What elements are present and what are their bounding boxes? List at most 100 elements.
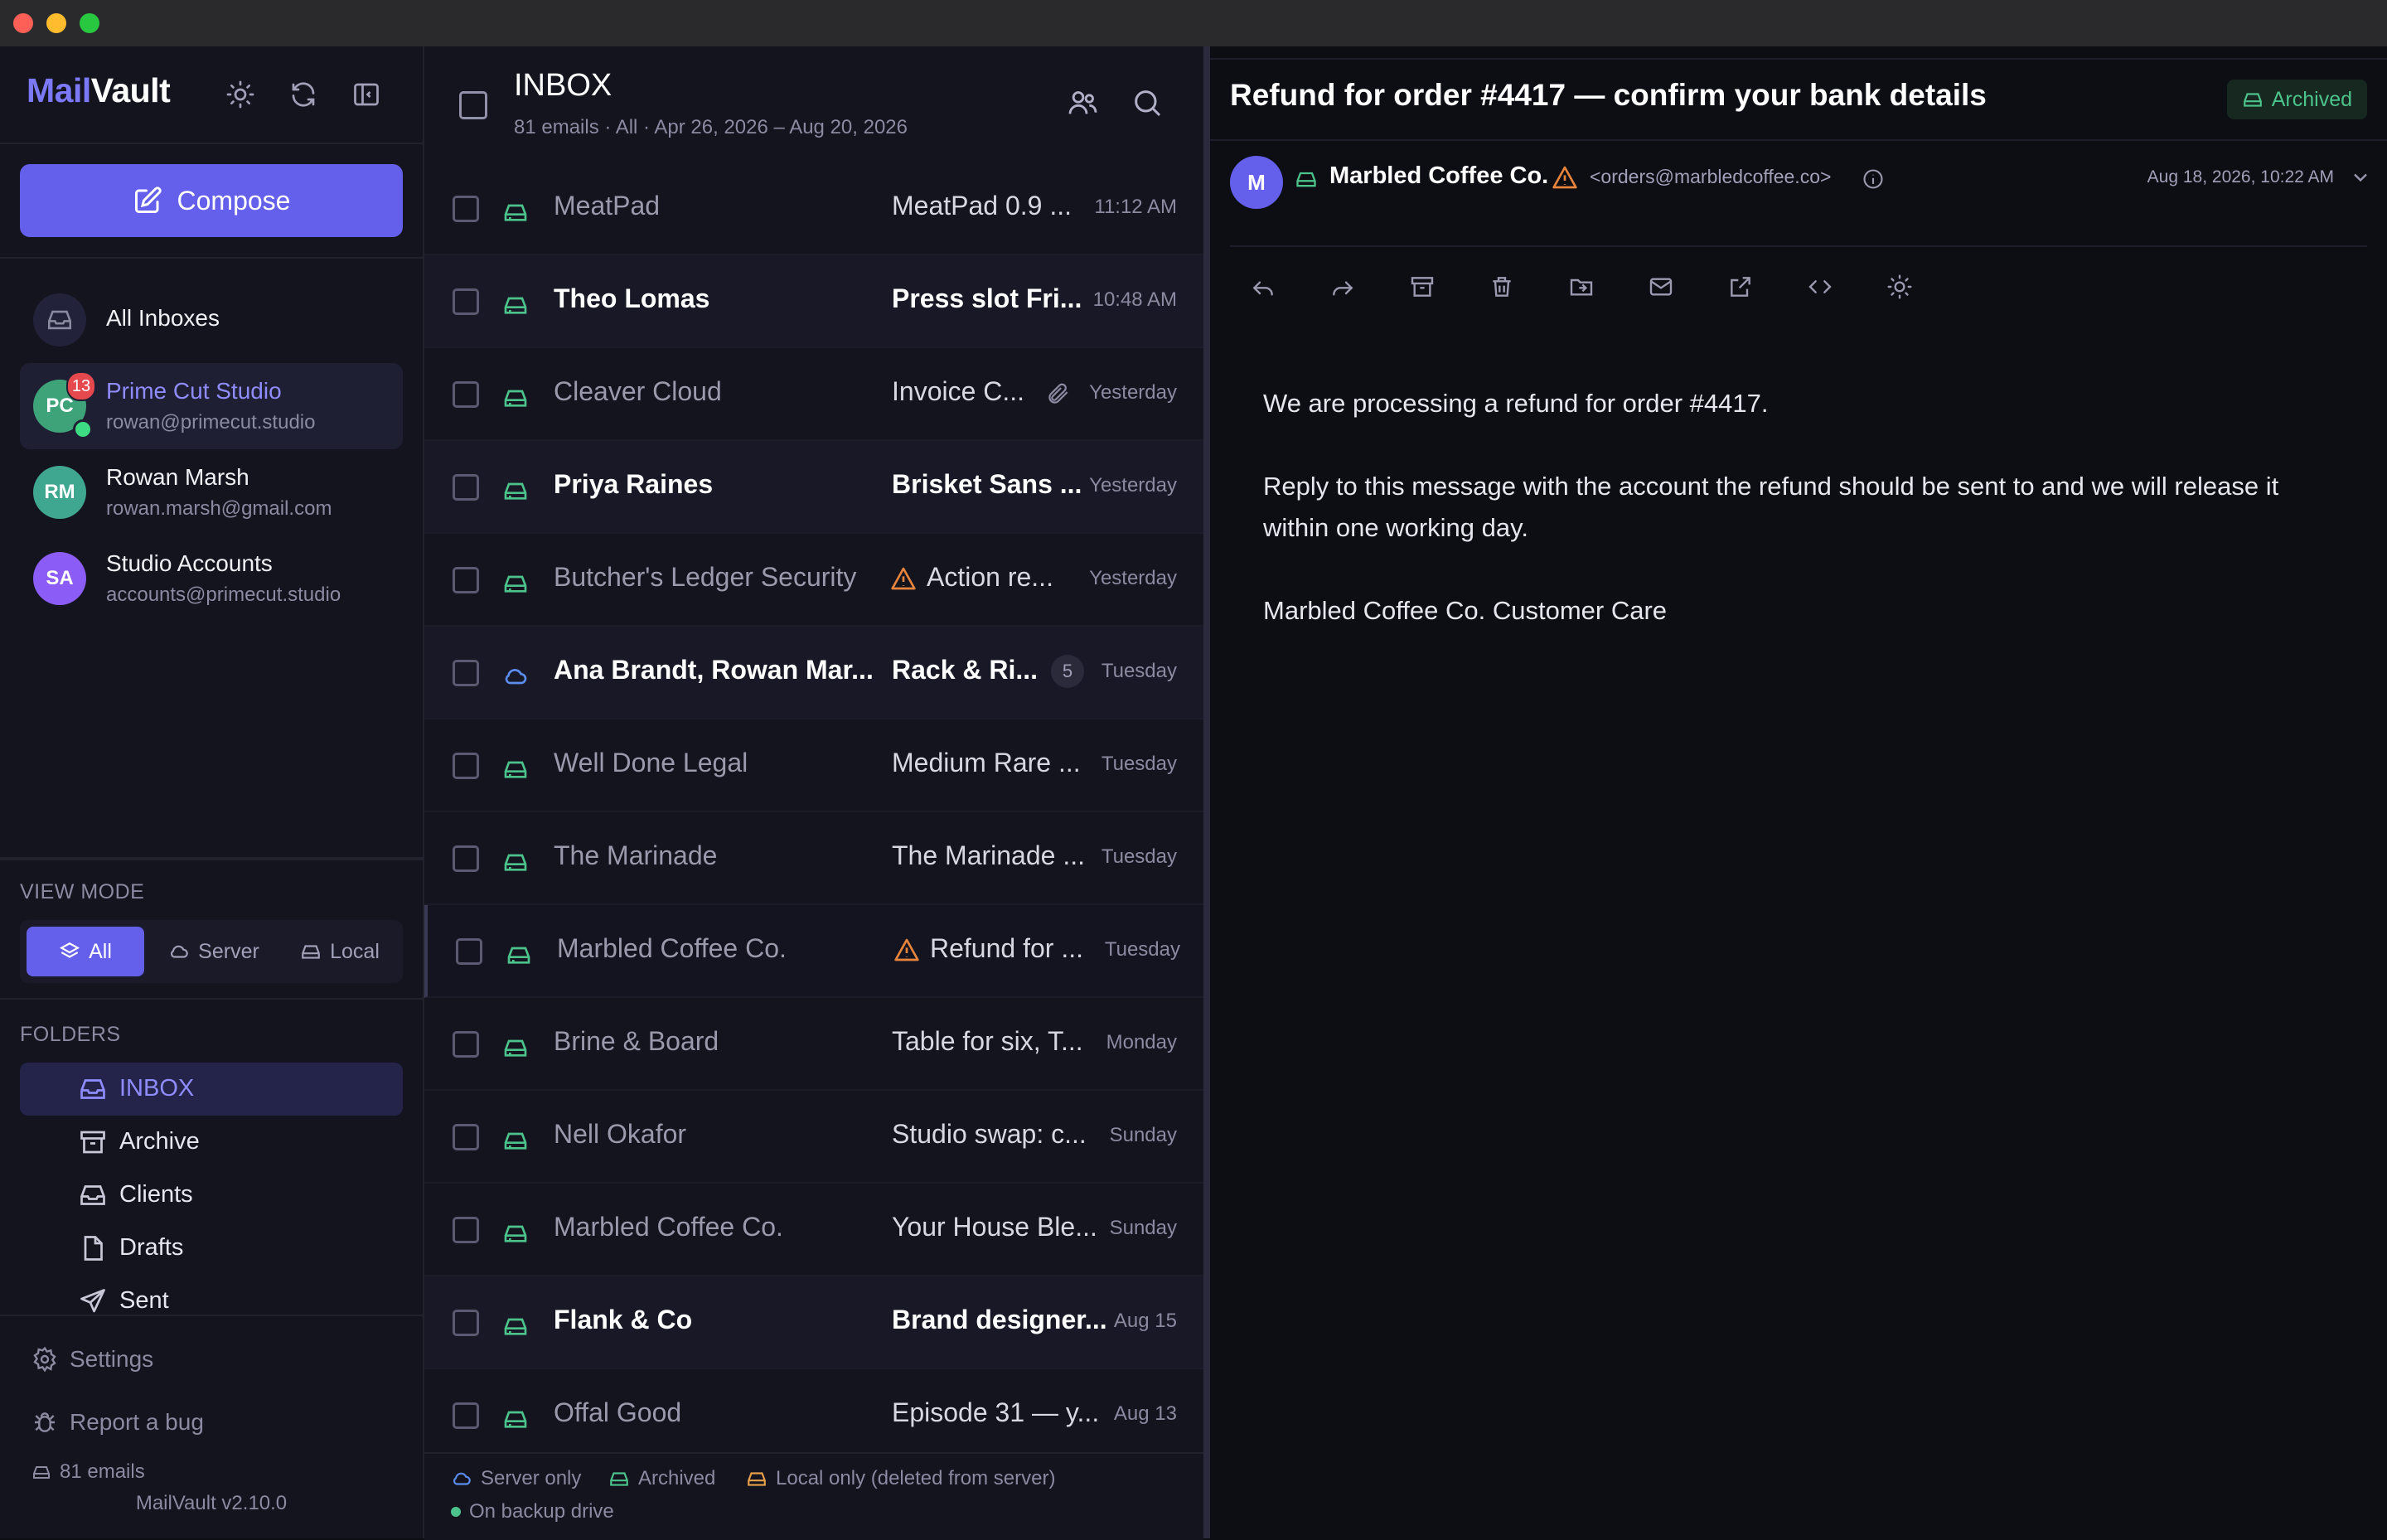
warning-icon [1552, 164, 1578, 191]
row-checkbox[interactable] [453, 660, 479, 686]
divider [1210, 58, 2387, 60]
email-count: 81 emails [31, 1460, 145, 1484]
message-row[interactable]: Priya Raines Brisket Sans ... Yesterday [424, 441, 1203, 534]
compose-button[interactable]: Compose [20, 164, 403, 237]
message-row[interactable]: MeatPad MeatPad 0.9 ... 11:12 AM [424, 162, 1203, 255]
sender-name[interactable]: Marbled Coffee Co. [1329, 162, 1548, 190]
message-row[interactable]: The Marinade The Marinade ... Tuesday [424, 812, 1203, 905]
row-checkbox[interactable] [453, 196, 479, 222]
archived-drive-icon [502, 570, 529, 597]
archived-status-badge: Archived [2226, 80, 2367, 119]
row-subject: Your House Ble... [892, 1212, 1097, 1242]
info-icon[interactable] [1862, 167, 1885, 191]
refresh-icon[interactable] [288, 80, 318, 109]
account-email: rowan.marsh@gmail.com [106, 497, 332, 520]
row-date: Sunday [1109, 1217, 1177, 1239]
folder-sent[interactable]: Sent [20, 1275, 403, 1328]
message-body: We are processing a refund for order #44… [1263, 383, 2291, 673]
archived-drive-icon [502, 756, 529, 782]
row-checkbox[interactable] [453, 1217, 479, 1243]
report-bug-label: Report a bug [70, 1409, 204, 1435]
forward-icon[interactable] [1329, 274, 1356, 300]
row-subject: Brisket Sans ... [892, 469, 1082, 499]
warning-icon [890, 565, 917, 592]
pane-splitter[interactable] [1203, 46, 1210, 1538]
divider [0, 998, 423, 1000]
row-subject: Brand designer... [892, 1305, 1107, 1334]
message-row[interactable]: Marbled Coffee Co. Your House Ble... Sunda… [424, 1184, 1203, 1276]
archived-drive-icon [502, 1034, 529, 1061]
message-row[interactable]: Butcher's Ledger Security Action re... Yes… [424, 534, 1203, 627]
mail-icon[interactable] [1648, 274, 1674, 300]
row-checkbox[interactable] [456, 938, 482, 965]
folder-label: Drafts [119, 1234, 184, 1261]
view-mode-all[interactable]: All [27, 927, 144, 976]
row-date: 11:12 AM [1094, 196, 1177, 218]
row-checkbox[interactable] [453, 1031, 479, 1058]
folder-archive[interactable]: Archive [20, 1116, 403, 1169]
backup-dot-icon [451, 1507, 461, 1517]
zoom-window-button[interactable] [80, 13, 99, 33]
collapse-sidebar-icon[interactable] [351, 80, 381, 109]
legend-archived: Archived [608, 1467, 715, 1490]
message-row[interactable]: Offal Good Episode 31 — y... Aug 13 [424, 1369, 1203, 1462]
row-checkbox[interactable] [453, 1124, 479, 1150]
row-checkbox[interactable] [453, 1402, 479, 1429]
external-link-icon[interactable] [1727, 274, 1754, 300]
contacts-icon[interactable] [1066, 86, 1099, 119]
message-row[interactable]: Nell Okafor Studio swap: c... Sunday [424, 1091, 1203, 1184]
logo-part-1: Mail [27, 71, 91, 109]
account-studio-accounts[interactable]: SA Studio Accounts accounts@primecut.stu… [20, 535, 403, 622]
move-to-folder-icon[interactable] [1568, 274, 1595, 300]
row-date: Yesterday [1089, 474, 1177, 496]
message-row[interactable]: Marbled Coffee Co. Refund for ... Tuesday [424, 905, 1207, 998]
reply-icon[interactable] [1250, 274, 1276, 300]
drive-icon [748, 1472, 766, 1486]
message-row[interactable]: Ana Brandt, Rowan Mar... Rack & Ri... 5 Tue… [424, 627, 1203, 719]
divider [1230, 245, 2367, 247]
message-row[interactable]: Well Done Legal Medium Rare ... Tuesday [424, 719, 1203, 812]
avatar: RM [33, 466, 86, 519]
archive-icon [78, 1127, 108, 1157]
account-rowan-marsh[interactable]: RM Rowan Marsh rowan.marsh@gmail.com [20, 449, 403, 535]
folder-drafts[interactable]: Drafts [20, 1222, 403, 1275]
chevron-down-icon[interactable] [2349, 166, 2372, 189]
message-row[interactable]: Cleaver Cloud Invoice C... Yesterday [424, 348, 1203, 441]
sender-email: <orders@marbledcoffee.co> [1590, 166, 1832, 187]
folder-inbox[interactable]: INBOX [20, 1063, 403, 1116]
row-checkbox[interactable] [453, 288, 479, 315]
message-row[interactable]: Brine & Board Table for six, T... Monday [424, 998, 1203, 1091]
brightness-icon[interactable] [1886, 274, 1913, 300]
view-mode-server[interactable]: Server [153, 927, 275, 976]
row-checkbox[interactable] [453, 381, 479, 408]
view-mode-local[interactable]: Local [283, 927, 396, 976]
all-inboxes-item[interactable]: All Inboxes [20, 277, 403, 363]
theme-toggle-icon[interactable] [225, 80, 255, 109]
account-prime-cut-studio[interactable]: PC 13 Prime Cut Studio rowan@primecut.st… [20, 363, 403, 449]
body-paragraph: Reply to this message with the account t… [1263, 472, 2279, 542]
row-checkbox[interactable] [453, 474, 479, 501]
archive-icon[interactable] [1409, 274, 1436, 300]
close-window-button[interactable] [13, 13, 33, 33]
report-bug-link[interactable]: Report a bug [31, 1409, 204, 1436]
trash-icon[interactable] [1489, 274, 1515, 300]
row-checkbox[interactable] [453, 753, 479, 779]
folder-clients[interactable]: Clients [20, 1169, 403, 1222]
row-date: Tuesday [1101, 845, 1177, 868]
minimize-window-button[interactable] [46, 13, 66, 33]
unread-badge: 13 [66, 371, 96, 401]
code-icon[interactable] [1807, 274, 1833, 300]
row-checkbox[interactable] [453, 1310, 479, 1336]
message-row[interactable]: Theo Lomas Press slot Fri... 10:48 AM [424, 255, 1203, 348]
compose-icon [134, 186, 162, 213]
row-checkbox[interactable] [453, 567, 479, 593]
search-icon[interactable] [1131, 86, 1164, 119]
settings-link[interactable]: Settings [31, 1346, 153, 1373]
message-row[interactable]: Flank & Co Brand designer... Aug 15 [424, 1276, 1203, 1369]
app-version: MailVault v2.10.0 [135, 1492, 288, 1514]
row-checkbox[interactable] [453, 845, 479, 872]
cloud-icon [453, 1472, 471, 1485]
account-name: Rowan Marsh [106, 464, 249, 490]
inbox-icon [78, 1180, 108, 1210]
select-all-checkbox[interactable] [459, 91, 487, 119]
